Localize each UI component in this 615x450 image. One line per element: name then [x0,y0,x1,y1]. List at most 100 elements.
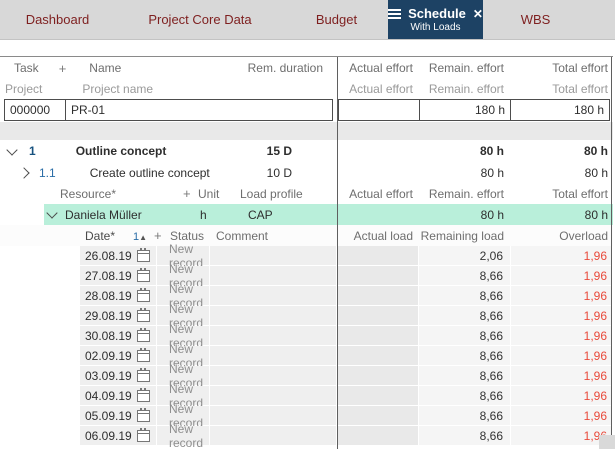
calendar-icon[interactable] [137,407,150,422]
load-date[interactable]: 30.08.19 [85,329,137,343]
resource-name[interactable]: Daniela Müller [65,208,142,222]
load-comment[interactable] [210,306,337,326]
load-comment[interactable] [210,346,337,366]
project-actual-effort-field[interactable] [338,99,420,121]
expand-icon-task-1-1[interactable] [18,166,30,179]
calendar-icon[interactable] [137,367,150,382]
tab-schedule[interactable]: Schedule ✕ With Loads [388,0,483,39]
collapse-icon-resource[interactable] [46,207,58,219]
remaining-load[interactable]: 8,66 [419,406,511,426]
calendar-icon[interactable] [137,427,150,442]
task-total-effort: 80 h [584,165,608,180]
actual-load[interactable] [337,246,419,266]
resource-actual-effort [337,204,419,225]
load-comment[interactable] [210,246,337,266]
tab-dashboard[interactable]: Dashboard [0,0,115,39]
resource-row-selected[interactable]: Daniela Müller h CAP 80 h 80 h [0,204,613,225]
tab-budget[interactable]: Budget [285,0,388,39]
menu-icon[interactable] [388,12,402,15]
task-name[interactable]: Outline concept [76,144,167,158]
actual-load[interactable] [337,406,419,426]
project-header-row: Project Project name Actual effort Remai… [0,79,613,98]
resource-unit[interactable]: h [200,208,207,222]
remaining-load[interactable]: 8,66 [419,386,511,406]
close-icon[interactable]: ✕ [473,8,483,20]
load-comment[interactable] [210,266,337,286]
tab-wbs[interactable]: WBS [483,0,588,39]
actual-load[interactable] [337,346,419,366]
project-name-field[interactable]: PR-01 [65,99,333,121]
task-id[interactable]: 1 [29,144,36,158]
load-status[interactable]: New record [157,422,210,450]
collapse-icon-task-1[interactable] [6,143,18,156]
remain-effort-column-header-2: Remain. effort [428,81,504,96]
load-comment[interactable] [210,426,337,446]
load-row: 27.08.19 New record 8,66 1,96 [0,262,613,290]
actual-load[interactable] [337,286,419,306]
load-date[interactable]: 04.09.19 [85,389,137,403]
add-load-record-icon[interactable]: + [154,228,162,243]
remaining-load[interactable]: 8,66 [419,306,511,326]
load-comment[interactable] [210,326,337,346]
load-date[interactable]: 05.09.19 [85,409,137,423]
load-date[interactable]: 03.09.19 [85,369,137,383]
load-comment[interactable] [210,406,337,426]
overload-value: 1,96 [511,346,613,366]
sort-indicator[interactable]: 1▲ [133,229,147,243]
load-date[interactable]: 28.08.19 [85,289,137,303]
add-resource-icon[interactable]: + [183,186,191,201]
project-name-column-header: Project name [82,81,154,96]
calendar-icon[interactable] [137,347,150,362]
actual-load-column-header: Actual load [353,228,413,243]
load-row: 05.09.19 New record 8,66 1,96 [0,402,613,430]
actual-load[interactable] [337,426,419,446]
overload-value: 1,96 [511,286,613,306]
task-rem-duration[interactable]: 15 D [267,144,292,158]
calendar-icon[interactable] [137,267,150,282]
remaining-load[interactable]: 2,06 [419,246,511,266]
task-column-header: Task [14,61,39,75]
overload-value: 1,96 [511,246,613,266]
task-name[interactable]: Create outline concept [90,166,210,180]
load-date[interactable]: 26.08.19 [85,249,137,263]
task-id[interactable]: 1.1 [39,166,56,180]
actual-load[interactable] [337,326,419,346]
load-date[interactable]: 29.08.19 [85,309,137,323]
remaining-load[interactable]: 8,66 [419,426,511,446]
tab-wbs-label: WBS [520,12,551,27]
load-date[interactable]: 02.09.19 [85,349,137,363]
project-remain-effort-field[interactable]: 180 h [419,99,511,121]
calendar-icon[interactable] [137,247,150,262]
project-id-field[interactable]: 000000 [4,99,66,121]
actual-load[interactable] [337,386,419,406]
load-comment[interactable] [210,366,337,386]
remaining-load[interactable]: 8,66 [419,346,511,366]
remaining-load[interactable]: 8,66 [419,286,511,306]
project-total-effort-field[interactable]: 180 h [510,99,610,121]
load-date[interactable]: 06.09.19 [85,429,137,443]
remaining-load-column-header: Remaining load [420,228,504,243]
calendar-icon[interactable] [137,307,150,322]
load-comment[interactable] [210,386,337,406]
task-row-1-1: 1.1 Create outline concept 10 D 80 h 80 … [0,162,613,183]
remaining-load[interactable]: 8,66 [419,326,511,346]
resource-load-profile[interactable]: CAP [248,208,273,222]
load-row: 26.08.19 New record 2,06 1,96 [0,242,613,270]
actual-load[interactable] [337,306,419,326]
tab-project-core-data[interactable]: Project Core Data [115,0,285,39]
remaining-load[interactable]: 8,66 [419,266,511,286]
load-date[interactable]: 27.08.19 [85,269,137,283]
total-effort-column-header-3: Total effort [552,186,608,201]
task-rem-duration[interactable]: 10 D [267,166,292,180]
actual-effort-column-header: Actual effort [349,61,413,75]
calendar-icon[interactable] [137,327,150,342]
tab-schedule-subtitle: With Loads [410,22,461,33]
load-profile-column-header: Load profile [240,186,303,201]
calendar-icon[interactable] [137,287,150,302]
calendar-icon[interactable] [137,387,150,402]
load-comment[interactable] [210,286,337,306]
add-task-icon[interactable]: + [59,61,67,76]
remaining-load[interactable]: 8,66 [419,366,511,386]
actual-load[interactable] [337,366,419,386]
actual-load[interactable] [337,266,419,286]
